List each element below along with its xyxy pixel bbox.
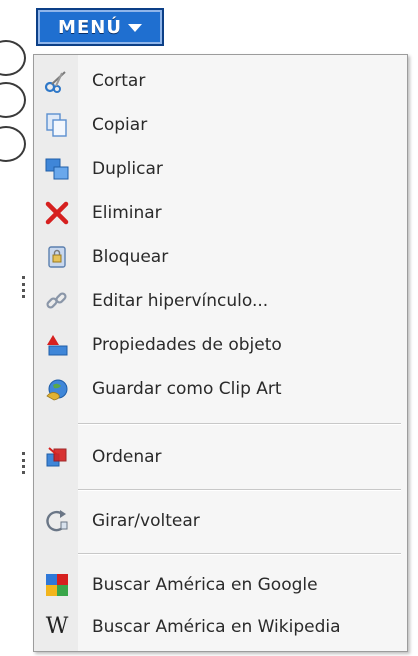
rotate-icon bbox=[42, 506, 72, 536]
menu-item-label: Cortar bbox=[92, 71, 146, 91]
copy-icon bbox=[42, 110, 72, 140]
menu-item-eliminar[interactable]: Eliminar bbox=[34, 193, 407, 233]
background-arc bbox=[0, 82, 26, 118]
menu-separator bbox=[78, 489, 401, 491]
menu-item-buscar-wikipedia[interactable]: W Buscar América en Wikipedia bbox=[34, 607, 407, 647]
menu-item-cortar[interactable]: Cortar bbox=[34, 61, 407, 101]
menu-item-editar-hipervinculo[interactable]: Editar hipervínculo... bbox=[34, 281, 407, 321]
chevron-down-icon bbox=[127, 24, 142, 32]
arrange-icon bbox=[42, 442, 72, 472]
menu-item-label: Girar/voltear bbox=[92, 511, 200, 531]
background-arc bbox=[0, 40, 26, 76]
delete-icon bbox=[42, 198, 72, 228]
menu-item-label: Bloquear bbox=[92, 247, 169, 267]
menu-button[interactable]: MENÚ bbox=[36, 8, 164, 46]
google-icon bbox=[42, 570, 72, 600]
menu-button-label: MENÚ bbox=[58, 16, 122, 38]
menu-item-ordenar[interactable]: Ordenar bbox=[34, 437, 407, 477]
menu-item-label: Eliminar bbox=[92, 203, 162, 223]
menu-item-girar-voltear[interactable]: Girar/voltear bbox=[34, 501, 407, 541]
wikipedia-icon: W bbox=[45, 614, 69, 639]
menu-item-bloquear[interactable]: Bloquear bbox=[34, 237, 407, 277]
context-menu: Cortar Copiar Duplicar Eliminar Bloquear… bbox=[33, 54, 408, 652]
menu-item-label: Copiar bbox=[92, 115, 148, 135]
lock-icon bbox=[42, 242, 72, 272]
menu-item-copiar[interactable]: Copiar bbox=[34, 105, 407, 145]
menu-item-propiedades-de-objeto[interactable]: Propiedades de objeto bbox=[34, 325, 407, 365]
background-dots bbox=[22, 276, 29, 298]
duplicate-icon bbox=[42, 154, 72, 184]
menu-item-label: Guardar como Clip Art bbox=[92, 379, 282, 399]
menu-item-label: Buscar América en Google bbox=[92, 575, 318, 595]
menu-item-duplicar[interactable]: Duplicar bbox=[34, 149, 407, 189]
background-arc bbox=[0, 126, 26, 162]
link-icon bbox=[42, 286, 72, 316]
menu-item-label: Buscar América en Wikipedia bbox=[92, 617, 341, 637]
menu-separator bbox=[78, 553, 401, 555]
menu-item-label: Propiedades de objeto bbox=[92, 335, 282, 355]
menu-item-buscar-google[interactable]: Buscar América en Google bbox=[34, 565, 407, 605]
scissors-icon bbox=[42, 66, 72, 96]
menu-item-guardar-como-clip-art[interactable]: Guardar como Clip Art bbox=[34, 369, 407, 409]
menu-item-label: Ordenar bbox=[92, 447, 162, 467]
menu-item-label: Duplicar bbox=[92, 159, 163, 179]
background-dots bbox=[22, 452, 29, 474]
menu-item-label: Editar hipervínculo... bbox=[92, 291, 269, 311]
menu-separator bbox=[78, 423, 401, 425]
properties-icon bbox=[42, 330, 72, 360]
clipart-icon bbox=[42, 374, 72, 404]
